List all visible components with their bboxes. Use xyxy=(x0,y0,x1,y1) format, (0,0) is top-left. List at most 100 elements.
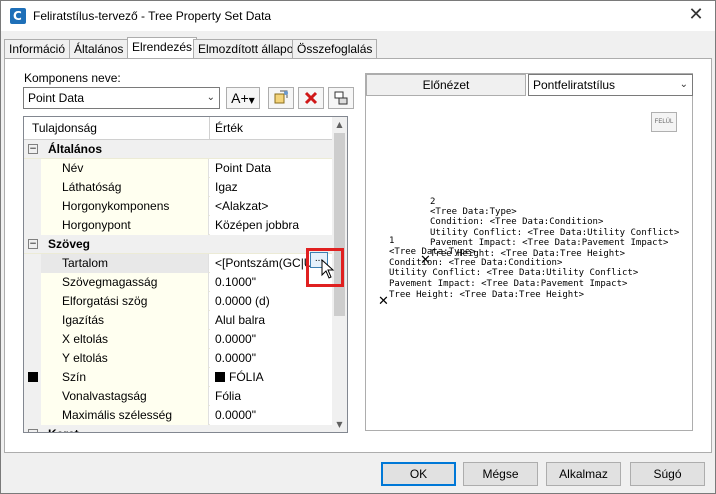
preview-style-select[interactable]: Pontfeliratstílus ⌄ xyxy=(528,74,693,96)
tab-elmozditott-allapot[interactable]: Elmozdított állapot xyxy=(193,39,302,59)
property-name: Horgonykomponens xyxy=(41,197,209,216)
property-row[interactable]: X eltolás 0.0000" xyxy=(24,330,334,349)
row-gutter xyxy=(24,330,41,349)
delete-component-button[interactable] xyxy=(298,87,324,109)
property-row[interactable]: Igazítás Alul balra xyxy=(24,311,334,330)
preview-style-value: Pontfeliratstílus xyxy=(533,78,616,92)
property-row[interactable]: Elforgatási szög 0.0000 (d) xyxy=(24,292,334,311)
category-label: Szöveg xyxy=(48,237,91,251)
copy-component-button[interactable] xyxy=(268,87,294,109)
property-value[interactable]: Középen jobbra xyxy=(210,216,334,235)
collapse-toggle-icon[interactable]: − xyxy=(28,144,38,154)
property-name: Horgonypont xyxy=(41,216,209,235)
row-gutter xyxy=(24,349,41,368)
help-button[interactable]: Súgó xyxy=(630,462,705,486)
property-name: Elforgatási szög xyxy=(41,292,209,311)
close-icon[interactable]: ✕ xyxy=(685,4,707,26)
ok-button[interactable]: OK xyxy=(381,462,456,486)
row-gutter xyxy=(24,197,41,216)
row-gutter xyxy=(24,254,41,273)
property-row[interactable]: Horgonypont Középen jobbra xyxy=(24,216,334,235)
category-label: Keret xyxy=(48,425,79,432)
collapse-toggle-icon[interactable]: − xyxy=(28,429,38,432)
property-row-szin[interactable]: Szín FÓLIA xyxy=(24,368,334,387)
draw-order-button[interactable] xyxy=(328,87,354,109)
window-title: Feliratstílus-tervező - Tree Property Se… xyxy=(33,9,272,23)
property-value[interactable]: FÓLIA xyxy=(210,368,334,387)
cancel-button[interactable]: Mégse xyxy=(463,462,538,486)
row-gutter xyxy=(24,216,41,235)
preview-label-text: Pavement Impact: <Tree Data:Pavement Imp… xyxy=(389,279,628,289)
delete-icon xyxy=(304,91,318,105)
property-name: Vonalvastagság xyxy=(41,387,209,406)
property-value[interactable]: 0.0000 (d) xyxy=(210,292,334,311)
preview-label-text: <Tree Data:Type> xyxy=(430,207,517,217)
color-value: FÓLIA xyxy=(229,370,264,384)
row-gutter xyxy=(24,292,41,311)
property-value[interactable]: <Alakzat> xyxy=(210,197,334,216)
row-gutter xyxy=(24,406,41,425)
scroll-up-icon[interactable]: ▲ xyxy=(332,117,347,132)
category-row-keret[interactable]: − Keret xyxy=(24,425,334,432)
property-name: Maximális szélesség xyxy=(41,406,209,425)
component-name-select[interactable]: Point Data ⌄ xyxy=(23,87,220,109)
color-swatch-icon xyxy=(215,372,225,382)
row-gutter xyxy=(24,387,41,406)
mouse-cursor-icon xyxy=(321,259,335,279)
column-separator[interactable] xyxy=(209,117,210,140)
property-value[interactable]: Fólia xyxy=(210,387,334,406)
property-row[interactable]: Vonalvastagság Fólia xyxy=(24,387,334,406)
property-name: Tartalom xyxy=(41,254,209,273)
grid-header: Tulajdonság Érték xyxy=(24,117,334,140)
apply-button[interactable]: Alkalmaz xyxy=(546,462,621,486)
scroll-down-icon[interactable]: ▼ xyxy=(332,417,347,432)
property-row[interactable]: Horgonykomponens <Alakzat> xyxy=(24,197,334,216)
property-name: Szövegmagasság xyxy=(41,273,209,292)
row-gutter xyxy=(24,311,41,330)
property-value[interactable]: Alul balra xyxy=(210,311,334,330)
category-row-altalanos[interactable]: − Általános xyxy=(24,140,334,159)
property-value[interactable]: 0.0000" xyxy=(210,406,334,425)
property-row[interactable]: Név Point Data xyxy=(24,159,334,178)
property-name: Y eltolás xyxy=(41,349,209,368)
column-header-value[interactable]: Érték xyxy=(215,121,243,135)
column-header-property[interactable]: Tulajdonság xyxy=(32,121,97,135)
property-value[interactable]: 0.0000" xyxy=(210,349,334,368)
property-name: X eltolás xyxy=(41,330,209,349)
property-row[interactable]: Láthatóság Igaz xyxy=(24,178,334,197)
tab-osszefoglalas[interactable]: Összefoglalás xyxy=(292,39,378,59)
property-name: Láthatóság xyxy=(41,178,209,197)
app-icon-letter: C xyxy=(13,9,22,23)
scroll-thumb[interactable] xyxy=(334,133,345,316)
property-name: Igazítás xyxy=(41,311,209,330)
preview-tab[interactable]: Előnézet xyxy=(366,74,526,96)
property-row[interactable]: Szövegmagasság 0.1000" xyxy=(24,273,334,292)
text-component-button[interactable]: A+▼ xyxy=(226,87,260,109)
property-row[interactable]: Y eltolás 0.0000" xyxy=(24,349,334,368)
color-swatch-icon xyxy=(28,372,38,382)
preview-label-text: Utility Conflict: <Tree Data:Utility Con… xyxy=(389,268,639,278)
property-row[interactable]: Maximális szélesség 0.0000" xyxy=(24,406,334,425)
civil3d-app-icon: C xyxy=(10,8,26,24)
category-row-szoveg[interactable]: − Szöveg xyxy=(24,235,334,254)
text-component-label: A+ xyxy=(231,90,249,106)
tab-altalanos[interactable]: Általános xyxy=(69,39,129,59)
tab-strip: Információ Általános Elrendezés Elmozdít… xyxy=(4,37,714,60)
property-value[interactable]: 0.0000" xyxy=(210,330,334,349)
tab-elrendezes[interactable]: Elrendezés xyxy=(127,37,198,60)
grid-rows: − Általános Név Point Data Láthatóság Igaz … xyxy=(24,140,334,432)
property-value[interactable]: Point Data xyxy=(210,159,334,178)
row-gutter xyxy=(24,159,41,178)
category-label: Általános xyxy=(48,142,103,156)
component-name-value: Point Data xyxy=(28,91,85,105)
property-row-tartalom[interactable]: Tartalom <[Pontszám(GC|U xyxy=(24,254,334,273)
collapse-toggle-icon[interactable]: − xyxy=(28,239,38,249)
tab-informacio[interactable]: Információ xyxy=(4,39,71,59)
preview-label-text: 1 xyxy=(389,236,395,246)
view-cube-icon[interactable]: FELÜL xyxy=(651,112,677,132)
preview-label-text: 2 xyxy=(430,197,436,207)
property-name: Szín xyxy=(41,368,209,387)
preview-label-text: Condition: <Tree Data:Condition> xyxy=(389,258,563,268)
property-value[interactable]: Igaz xyxy=(210,178,334,197)
title-bar: C Feliratstílus-tervező - Tree Property … xyxy=(1,1,715,31)
